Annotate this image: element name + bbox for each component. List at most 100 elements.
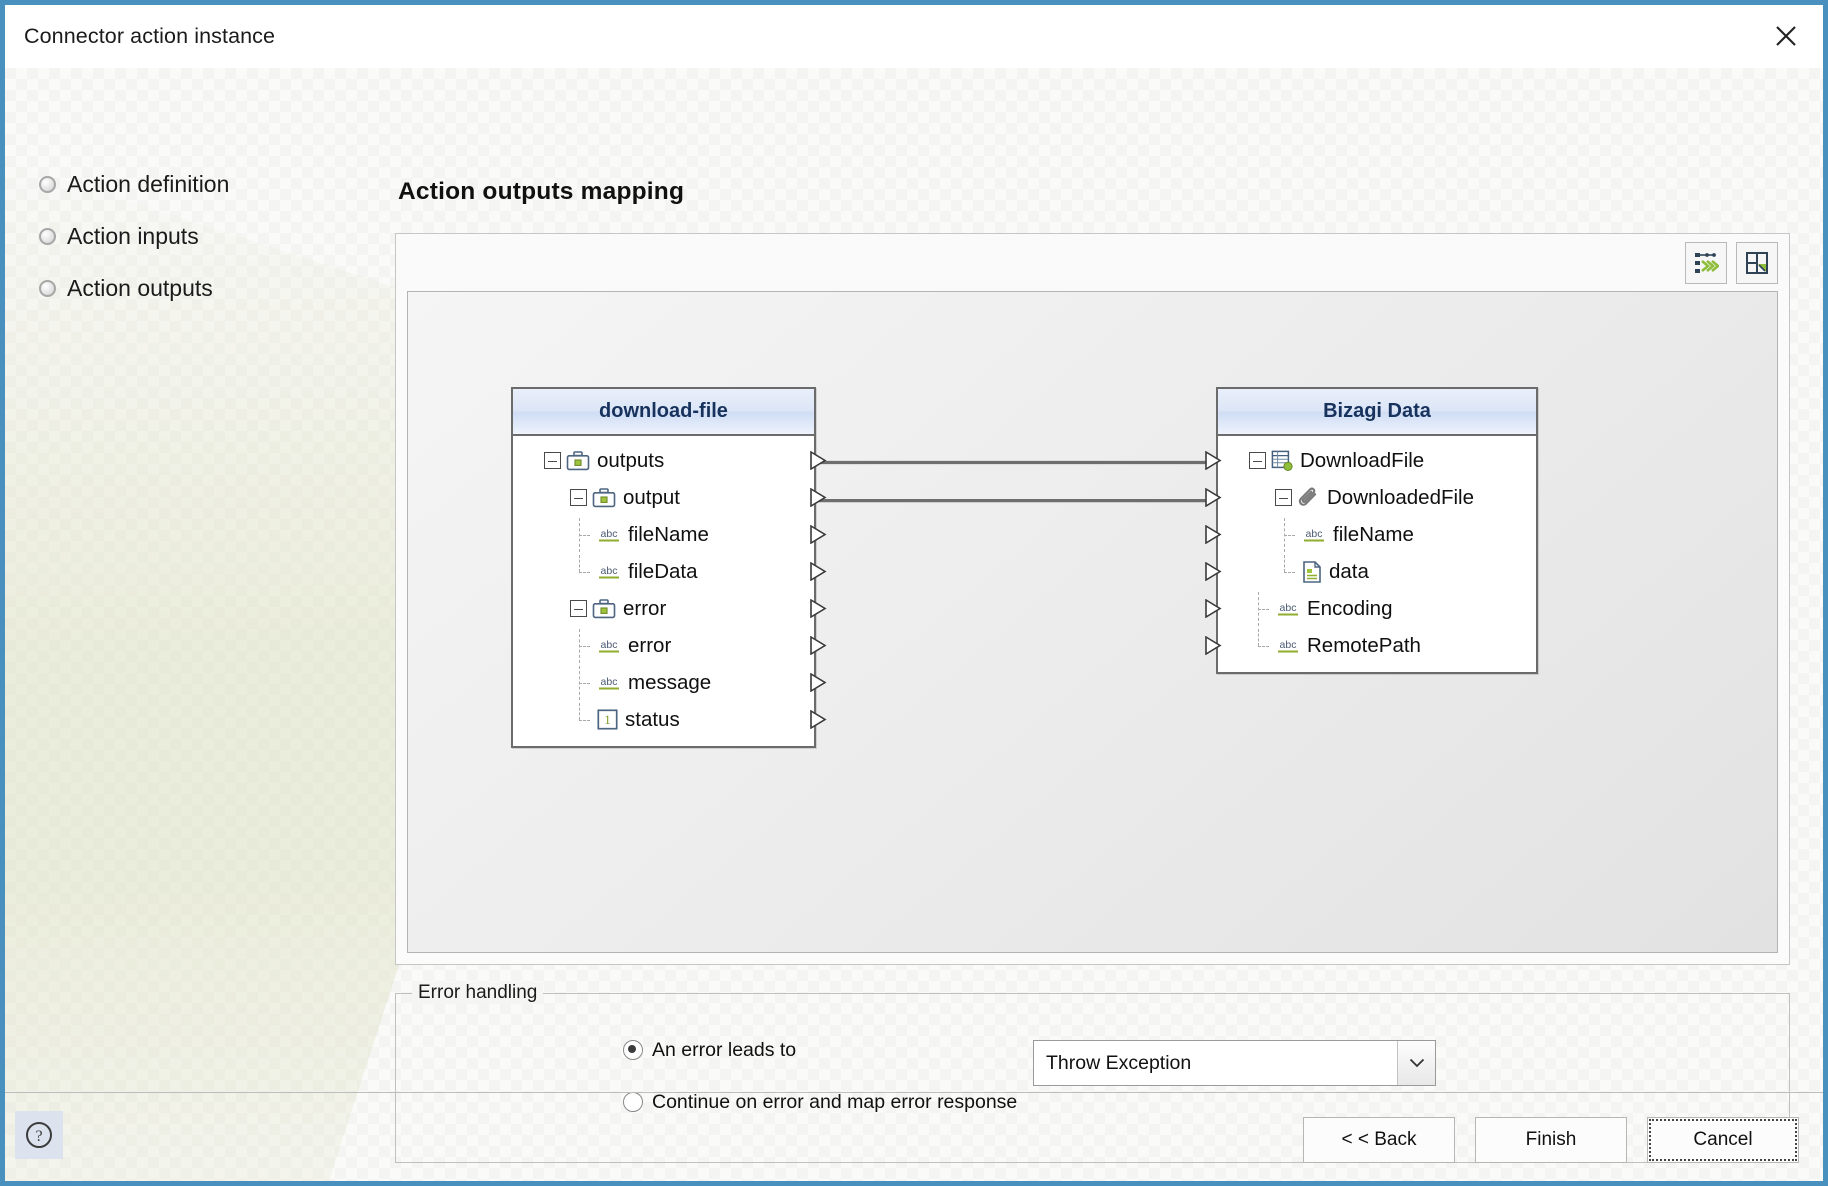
help-circle-icon[interactable]: ?	[15, 1111, 63, 1159]
dialog-window: Connector action instance Action definit…	[0, 0, 1828, 1186]
auto-map-icon	[1695, 252, 1719, 273]
tree-guide	[1255, 591, 1274, 626]
tree-row[interactable]: abc message	[513, 664, 827, 701]
tree-guide	[576, 702, 595, 737]
tree-guide	[1281, 517, 1300, 552]
tree-row[interactable]: outputs	[513, 442, 827, 479]
back-button[interactable]: < < Back	[1303, 1117, 1455, 1163]
svg-text:abc: abc	[601, 565, 618, 577]
input-port[interactable]	[1205, 599, 1222, 618]
sidebar-item-label: Action outputs	[67, 274, 213, 301]
radio-label: Continue on error and map error response	[652, 1090, 1018, 1113]
expand-layout-button[interactable]	[1736, 241, 1778, 284]
title-bar: Connector action instance	[5, 5, 1823, 68]
window-title: Connector action instance	[24, 23, 276, 48]
tree-node-label: output	[623, 485, 680, 509]
tree-node-label: data	[1329, 559, 1369, 583]
target-tree: Bizagi Data DownloadFile DownloadedFile …	[1205, 387, 1538, 674]
input-port-connected[interactable]	[1205, 562, 1222, 581]
abc-icon: abc	[599, 676, 619, 690]
tree-node-label: fileData	[628, 559, 698, 583]
abc-icon: abc	[599, 639, 619, 653]
output-port[interactable]	[810, 710, 827, 729]
source-tree: download-file outputs output abc fileNam…	[511, 387, 827, 748]
output-port[interactable]	[810, 599, 827, 618]
collapse-expander-icon[interactable]	[1249, 452, 1266, 469]
output-port[interactable]	[810, 636, 827, 655]
paperclip-icon	[1298, 487, 1317, 506]
tree-row[interactable]: abc Encoding	[1205, 590, 1536, 627]
collapse-expander-icon[interactable]	[570, 489, 587, 506]
input-port[interactable]	[1205, 488, 1222, 507]
error-action-select[interactable]: Throw Exception	[1033, 1040, 1436, 1086]
abc-icon: abc	[599, 565, 619, 579]
collapse-expander-icon[interactable]	[570, 600, 587, 617]
error-action-select-value: Throw Exception	[1046, 1051, 1192, 1074]
target-tree-title: Bizagi Data	[1218, 389, 1536, 436]
auto-map-button[interactable]	[1685, 241, 1727, 284]
briefcase-icon	[566, 450, 590, 470]
input-port-connected[interactable]	[1205, 525, 1222, 544]
sidebar-item-action-definition[interactable]: Action definition	[39, 158, 369, 210]
circle-bullet-icon	[39, 175, 56, 193]
finish-button[interactable]: Finish	[1475, 1117, 1627, 1163]
abc-icon: abc	[1304, 528, 1324, 542]
circle-bullet-icon	[39, 227, 56, 245]
tree-node-label: Encoding	[1307, 596, 1393, 620]
tree-row[interactable]: DownloadedFile	[1205, 479, 1536, 516]
input-port[interactable]	[1205, 636, 1222, 655]
tree-row[interactable]: abc fileData	[513, 553, 827, 590]
tree-node-label: fileName	[628, 522, 709, 546]
tree-guide	[1281, 554, 1300, 589]
abc-icon: abc	[1278, 602, 1298, 616]
radio-label: An error leads to	[652, 1038, 797, 1061]
main-content: Action outputs mapping download-file out…	[395, 178, 1790, 1163]
output-port-connected[interactable]	[810, 562, 827, 581]
collapse-expander-icon[interactable]	[544, 452, 561, 469]
close-icon[interactable]	[1767, 17, 1805, 55]
tree-row[interactable]: abc fileName	[1205, 516, 1536, 553]
briefcase-icon	[592, 487, 616, 507]
radio-button[interactable]	[623, 1092, 643, 1112]
tree-row[interactable]: DownloadFile	[1205, 442, 1536, 479]
tree-node-label: DownloadFile	[1300, 448, 1425, 472]
tree-row[interactable]: abc RemotePath	[1205, 627, 1536, 664]
svg-text:1: 1	[604, 712, 611, 727]
tree-node-label: message	[628, 670, 712, 694]
footer-divider	[5, 1092, 1823, 1093]
abc-icon: abc	[1278, 639, 1298, 653]
output-port-connected[interactable]	[810, 525, 827, 544]
source-tree-title: download-file	[513, 389, 814, 436]
mapping-canvas: download-file outputs output abc fileNam…	[407, 291, 1778, 953]
tree-row[interactable]: abc fileName	[513, 516, 827, 553]
wizard-steps-nav: Action definition Action inputs Action o…	[39, 158, 369, 314]
tree-row[interactable]: error	[513, 590, 827, 627]
sidebar-item-action-inputs[interactable]: Action inputs	[39, 210, 369, 262]
abc-icon: abc	[599, 528, 619, 542]
cancel-button[interactable]: Cancel	[1647, 1117, 1799, 1163]
output-port[interactable]	[810, 488, 827, 507]
svg-text:abc: abc	[601, 639, 618, 651]
mapper-panel: download-file outputs output abc fileNam…	[395, 233, 1790, 965]
svg-text:abc: abc	[1306, 528, 1323, 540]
svg-text:?: ?	[35, 1128, 42, 1145]
chevron-down-icon[interactable]	[1397, 1041, 1435, 1085]
error-handling-legend: Error handling	[412, 982, 544, 1004]
radio-button[interactable]	[623, 1040, 643, 1060]
briefcase-icon	[592, 598, 616, 618]
mapper-toolbar	[396, 234, 1789, 291]
tree-guide	[576, 628, 595, 663]
input-port[interactable]	[1205, 451, 1222, 470]
sidebar-item-label: Action definition	[67, 170, 230, 197]
tree-node-label: DownloadedFile	[1327, 485, 1475, 509]
output-port[interactable]	[810, 673, 827, 692]
tree-row[interactable]: abc error	[513, 627, 827, 664]
tree-row[interactable]: 1 status	[513, 701, 827, 738]
tree-row[interactable]: data	[1205, 553, 1536, 590]
svg-text:abc: abc	[601, 676, 618, 688]
output-port[interactable]	[810, 451, 827, 470]
svg-text:abc: abc	[1280, 639, 1297, 651]
collapse-expander-icon[interactable]	[1275, 489, 1292, 506]
tree-row[interactable]: output	[513, 479, 827, 516]
sidebar-item-action-outputs[interactable]: Action outputs	[39, 262, 369, 314]
